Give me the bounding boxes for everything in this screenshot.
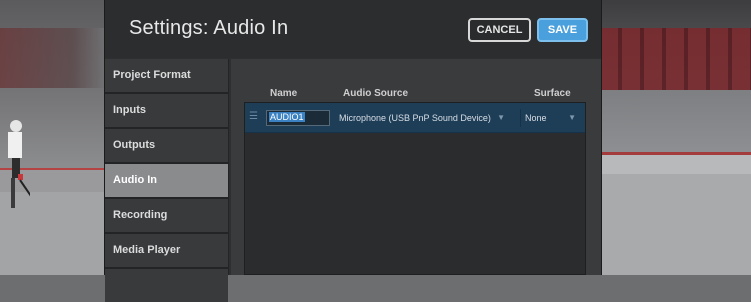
surface-value: None — [525, 113, 547, 123]
sidebar-item-recording[interactable]: Recording — [105, 199, 228, 232]
caret-down-icon: ▼ — [568, 113, 576, 122]
sidebar-item-inputs[interactable]: Inputs — [105, 94, 228, 127]
sidebar-item-project-format[interactable]: Project Format — [105, 59, 228, 92]
sidebar-item-audio-in[interactable]: Audio In — [105, 164, 228, 197]
surface-select[interactable]: None ▼ — [520, 109, 580, 127]
rink-stands — [600, 28, 751, 90]
settings-sidebar: Project Format Inputs Outputs Audio In R… — [105, 59, 229, 302]
audio-source-value: Microphone (USB PnP Sound Device) — [339, 113, 491, 123]
table-row[interactable]: ☰ AUDIO1 Microphone (USB PnP Sound Devic… — [245, 103, 585, 133]
audio-input-table: ☰ AUDIO1 Microphone (USB PnP Sound Devic… — [244, 102, 586, 275]
column-header-surface: Surface — [534, 88, 571, 99]
background-right-rink — [600, 0, 751, 275]
audio-name-field[interactable]: AUDIO1 — [266, 110, 330, 126]
rink-boards — [600, 152, 751, 175]
rink-glass — [600, 90, 751, 154]
dialog-title: Settings: Audio In — [129, 17, 289, 39]
audio-in-panel: Name Audio Source Surface ☰ AUDIO1 Micro… — [231, 59, 601, 275]
sidebar-item-media-player[interactable]: Media Player — [105, 234, 228, 267]
dialog-header: Settings: Audio In CANCEL SAVE — [105, 0, 601, 58]
rink-ice — [600, 174, 751, 275]
caret-down-icon: ▼ — [497, 113, 505, 122]
column-header-audio-source: Audio Source — [343, 88, 409, 99]
column-header-name: Name — [270, 88, 298, 99]
audio-name-value: AUDIO1 — [269, 112, 305, 122]
hockey-player-figure — [8, 120, 30, 208]
rink-wall — [0, 28, 104, 88]
save-button[interactable]: SAVE — [537, 18, 588, 42]
audio-source-select[interactable]: Microphone (USB PnP Sound Device) ▼ — [335, 109, 509, 127]
background-left-rink — [0, 0, 104, 275]
sidebar-item-next[interactable] — [105, 269, 228, 302]
grip-lines-icon[interactable]: ☰ — [249, 111, 258, 122]
cancel-button[interactable]: CANCEL — [468, 18, 531, 42]
settings-dialog: Settings: Audio In CANCEL SAVE Project F… — [104, 0, 602, 302]
sidebar-item-outputs[interactable]: Outputs — [105, 129, 228, 162]
